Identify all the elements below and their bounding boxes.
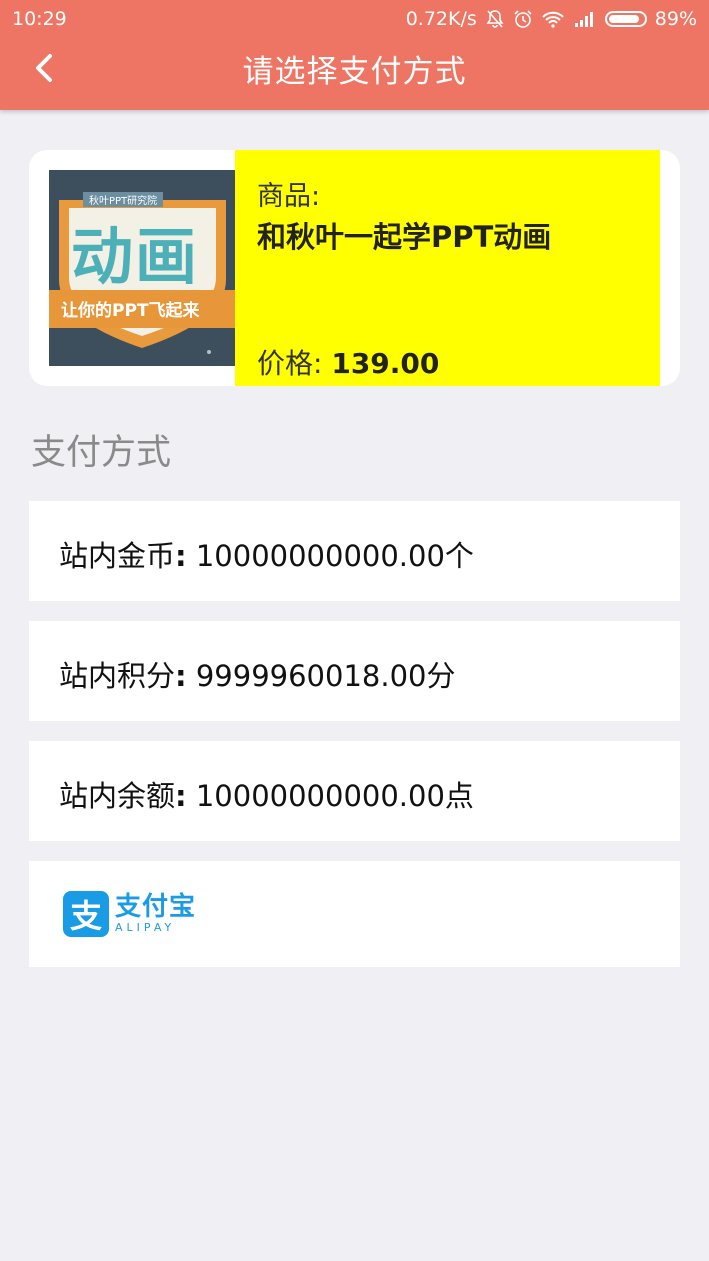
network-speed: 0.72K/s <box>405 8 477 30</box>
payment-section-title: 支付方式 <box>31 433 172 473</box>
payment-option-label: 站内积分 <box>59 659 176 693</box>
status-icons: 0.72K/s 89% <box>406 8 697 30</box>
payment-option-text: 站内余额: 10000000000.00点 <box>59 779 474 813</box>
product-thumbnail: 秋叶PPT研究院 动画 让你的PPT飞起来 <box>49 170 236 366</box>
product-label: 商品: <box>257 181 321 212</box>
mute-icon <box>485 9 505 29</box>
payment-option-value: 10000000000.00点 <box>195 779 474 813</box>
battery-level: 89% <box>654 8 697 30</box>
payment-option-alipay[interactable]: 支 支付宝 ALIPAY <box>29 861 680 967</box>
thumbnail-banner: 让你的PPT飞起来 <box>61 301 200 321</box>
payment-option-coins[interactable]: 站内金币: 10000000000.00个 <box>29 501 680 601</box>
payment-option-value: 10000000000.00个 <box>195 539 474 573</box>
page-title: 请选择支付方式 <box>242 54 467 90</box>
alipay-logo: 支 支付宝 ALIPAY <box>63 891 196 937</box>
alarm-icon <box>513 9 533 29</box>
product-name: 和秋叶一起学PPT动画 <box>257 220 552 254</box>
payment-option-label: 站内金币 <box>59 539 176 573</box>
wifi-icon <box>541 9 565 29</box>
product-card[interactable]: 秋叶PPT研究院 动画 让你的PPT飞起来 商品: 和秋叶一起学PPT动画 价格… <box>29 150 680 386</box>
thumbnail-title: 动画 <box>71 220 200 293</box>
product-info: 商品: 和秋叶一起学PPT动画 价格: 139.00 <box>235 150 660 386</box>
payment-option-points[interactable]: 站内积分: 9999960018.00分 <box>29 621 680 721</box>
payment-option-value: 9999960018.00分 <box>195 659 456 693</box>
payment-option-text: 站内金币: 10000000000.00个 <box>59 539 474 573</box>
alipay-icon: 支 <box>63 891 109 937</box>
app-header: 10:29 0.72K/s 89% 请选择支付方式 <box>0 0 709 110</box>
nav-bar: 请选择支付方式 <box>0 38 709 110</box>
alipay-wordmark: 支付宝 ALIPAY <box>115 893 196 935</box>
alipay-name: 支付宝 <box>115 892 197 922</box>
price-label: 价格: <box>257 347 323 380</box>
thumbnail-header: 秋叶PPT研究院 <box>83 192 164 207</box>
payment-option-label: 站内余额 <box>59 779 176 813</box>
price-value: 139.00 <box>331 347 440 380</box>
status-time: 10:29 <box>12 8 67 30</box>
alipay-name-en: ALIPAY <box>115 921 176 934</box>
price-row: 价格: 139.00 <box>257 342 439 382</box>
status-bar: 10:29 0.72K/s 89% <box>0 0 709 38</box>
payment-option-balance[interactable]: 站内余额: 10000000000.00点 <box>29 741 680 841</box>
payment-option-text: 站内积分: 9999960018.00分 <box>59 659 456 693</box>
battery-icon <box>604 11 647 27</box>
signal-icon <box>573 10 597 28</box>
